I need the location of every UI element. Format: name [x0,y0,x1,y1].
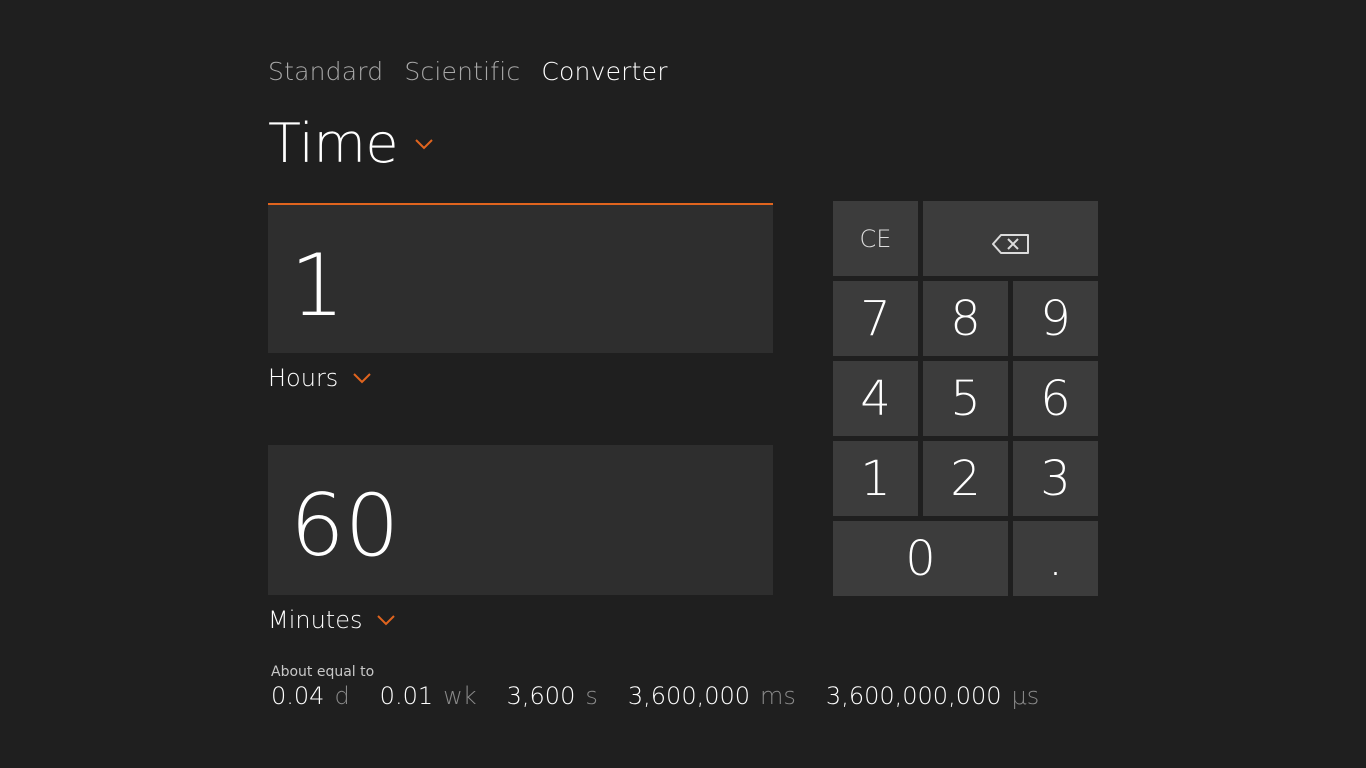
chevron-down-icon [414,138,434,150]
key-4[interactable]: 4 [833,361,918,436]
category-selector[interactable]: Time [268,108,434,180]
ce-button[interactable]: CE [833,201,918,276]
equivalent-value: 3,600 [506,682,576,710]
output-value: 60 [290,476,400,576]
chevron-down-icon [376,614,396,626]
equivalent-unit: μs [1011,682,1040,710]
from-unit-label: Hours [268,364,339,392]
equivalents-list: 0.04 d 0.01 wk 3,600 s 3,600,000 ms 3,60… [271,682,1069,710]
keypad: CE 7 8 9 4 5 6 1 2 3 0 . [833,201,1098,596]
key-7[interactable]: 7 [833,281,918,356]
equivalent-value: 0.04 [271,682,325,710]
equivalent-value: 3,600,000 [627,682,751,710]
input-value: 1 [290,236,345,336]
equivalent-item: 0.04 d [271,682,350,710]
to-unit-selector[interactable]: Minutes [268,604,396,636]
key-3[interactable]: 3 [1013,441,1098,516]
category-label: Time [268,112,399,175]
equivalent-value: 3,600,000,000 [825,682,1002,710]
equivalent-unit: s [585,682,598,710]
tab-converter[interactable]: Converter [541,55,667,89]
backspace-button[interactable] [923,201,1098,276]
key-6[interactable]: 6 [1013,361,1098,436]
mode-tabs: Standard Scientific Converter [268,55,689,89]
equivalent-unit: d [334,682,350,710]
equivalent-item: 0.01 wk [380,682,477,710]
equivalent-item: 3,600,000,000 μs [826,682,1039,710]
key-8[interactable]: 8 [923,281,1008,356]
backspace-icon [991,211,1031,267]
key-2[interactable]: 2 [923,441,1008,516]
key-5[interactable]: 5 [923,361,1008,436]
key-0[interactable]: 0 [833,521,1008,596]
to-unit-label: Minutes [268,606,363,634]
equivalent-unit: wk [443,682,477,710]
equivalent-item: 3,600,000 ms [628,682,796,710]
chevron-down-icon [352,372,372,384]
key-decimal[interactable]: . [1013,521,1098,596]
tab-standard[interactable]: Standard [268,55,383,89]
key-9[interactable]: 9 [1013,281,1098,356]
key-1[interactable]: 1 [833,441,918,516]
equivalent-unit: ms [760,682,796,710]
input-value-box[interactable]: 1 [268,203,773,353]
calculator-app: Standard Scientific Converter Time 1 Hou… [0,0,1366,768]
from-unit-selector[interactable]: Hours [268,362,372,394]
output-value-box[interactable]: 60 [268,445,773,595]
about-equal-label: About equal to [271,664,375,680]
tab-scientific[interactable]: Scientific [404,55,520,89]
equivalent-item: 3,600 s [507,682,598,710]
equivalent-value: 0.01 [379,682,434,710]
